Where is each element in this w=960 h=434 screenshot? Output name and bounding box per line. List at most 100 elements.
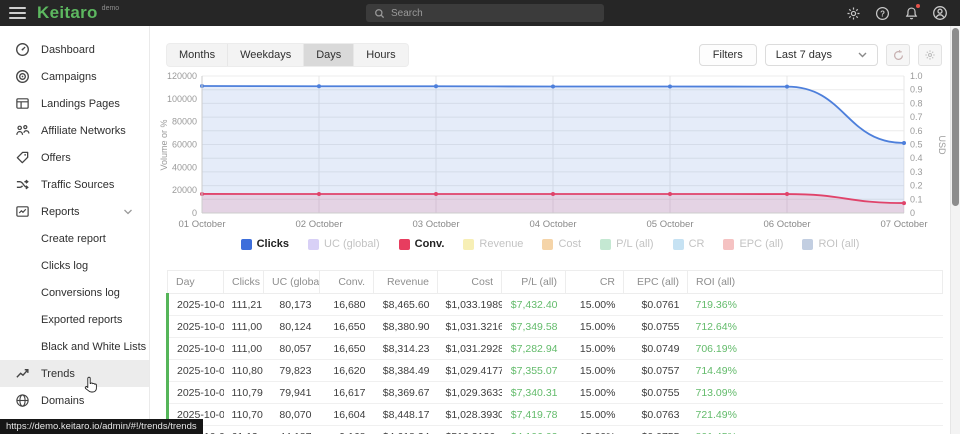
col-header-revenue[interactable]: Revenue bbox=[374, 271, 438, 294]
tab-days[interactable]: Days bbox=[304, 44, 354, 66]
col-header-clicks[interactable]: Clicks bbox=[224, 271, 264, 294]
gear-icon[interactable] bbox=[845, 5, 861, 21]
legend-item-uc-global-[interactable]: UC (global) bbox=[308, 238, 380, 250]
svg-text:0.4: 0.4 bbox=[910, 153, 923, 163]
legend-item-epc-all-[interactable]: EPC (all) bbox=[723, 238, 783, 250]
cell-revenue: $8,448.17 bbox=[374, 404, 438, 426]
sidebar-item-label: Traffic Sources bbox=[41, 179, 114, 191]
tab-weekdays[interactable]: Weekdays bbox=[228, 44, 304, 66]
sidebar-item-landings-pages[interactable]: Landings Pages bbox=[0, 90, 149, 117]
tab-hours[interactable]: Hours bbox=[354, 44, 407, 66]
chart-settings-button[interactable] bbox=[918, 44, 942, 66]
cell-day: 2025-10-02 bbox=[168, 316, 224, 338]
tab-months[interactable]: Months bbox=[167, 44, 228, 66]
sidebar-item-campaigns[interactable]: Campaigns bbox=[0, 63, 149, 90]
table-row[interactable]: 2025-10-0761,1344,1879,168$4,618.34$512.… bbox=[168, 426, 943, 434]
legend-item-p-l-all-[interactable]: P/L (all) bbox=[600, 238, 654, 250]
legend-item-revenue[interactable]: Revenue bbox=[463, 238, 523, 250]
sidebar-item-clicks-log[interactable]: Clicks log bbox=[0, 252, 149, 279]
bell-icon[interactable] bbox=[903, 5, 919, 21]
vertical-scrollbar[interactable] bbox=[950, 26, 960, 434]
legend-label: UC (global) bbox=[324, 238, 380, 250]
legend-item-cr[interactable]: CR bbox=[673, 238, 705, 250]
sidebar: DashboardCampaignsLandings PagesAffiliat… bbox=[0, 26, 150, 434]
legend-swatch bbox=[600, 239, 611, 250]
cell-revenue: $8,465.60 bbox=[374, 294, 438, 316]
legend-item-cost[interactable]: Cost bbox=[542, 238, 581, 250]
cell-conv-: 16,620 bbox=[320, 360, 374, 382]
sidebar-item-create-report[interactable]: Create report bbox=[0, 225, 149, 252]
filters-button[interactable]: Filters bbox=[699, 44, 757, 66]
svg-text:0.3: 0.3 bbox=[910, 167, 923, 177]
cell-roi-all-: 719.36% bbox=[688, 294, 943, 316]
table-row[interactable]: 2025-10-04110,8079,82316,620$8,384.49$1,… bbox=[168, 360, 943, 382]
cell-conv-: 16,680 bbox=[320, 294, 374, 316]
col-header-cost[interactable]: Cost bbox=[438, 271, 502, 294]
legend-item-roi-all-[interactable]: ROI (all) bbox=[802, 238, 859, 250]
svg-text:USD: USD bbox=[937, 135, 947, 155]
sidebar-item-reports[interactable]: Reports bbox=[0, 198, 149, 225]
svg-text:05 October: 05 October bbox=[647, 219, 694, 230]
table-row[interactable]: 2025-10-02111,0080,12416,650$8,380.90$1,… bbox=[168, 316, 943, 338]
account-icon[interactable] bbox=[932, 5, 948, 21]
date-range-select[interactable]: Last 7 days bbox=[765, 44, 878, 66]
cell-clicks: 111,00 bbox=[224, 338, 264, 360]
status-url: https://demo.keitaro.io/admin/#!/trends/… bbox=[6, 421, 197, 432]
hamburger-menu-icon[interactable] bbox=[9, 7, 26, 19]
scrollbar-thumb[interactable] bbox=[952, 28, 959, 206]
cell-cost: $1,031.2928 bbox=[438, 338, 502, 360]
table-row[interactable]: 2025-10-05110,7979,94116,617$8,369.67$1,… bbox=[168, 382, 943, 404]
chart-legend: Clicks UC (global) Conv. Revenue Cost P/L (al… bbox=[150, 238, 950, 250]
sidebar-item-affiliate-networks[interactable]: Affiliate Networks bbox=[0, 117, 149, 144]
sidebar-item-offers[interactable]: Offers bbox=[0, 144, 149, 171]
sidebar-item-domains[interactable]: Domains bbox=[0, 387, 149, 414]
search-box[interactable] bbox=[366, 4, 604, 22]
cell-cost: $1,029.3633 bbox=[438, 382, 502, 404]
topbar: Keitaro demo ? bbox=[0, 0, 960, 26]
search-input[interactable] bbox=[391, 8, 596, 19]
cell-roi-all-: 801.45% bbox=[688, 426, 943, 434]
toolbar-controls: Filters Last 7 days bbox=[699, 44, 942, 66]
sidebar-item-black-and-white-lists[interactable]: Black and White Lists bbox=[0, 333, 149, 360]
trends-icon bbox=[14, 366, 30, 382]
cell-day: 2025-10-01 bbox=[168, 294, 224, 316]
dashboard-icon bbox=[14, 42, 30, 58]
notification-dot bbox=[916, 4, 920, 8]
table-row[interactable]: 2025-10-01111,2180,17316,680$8,465.60$1,… bbox=[168, 294, 943, 316]
legend-swatch bbox=[542, 239, 553, 250]
col-header-day[interactable]: Day bbox=[168, 271, 224, 294]
cell-clicks: 111,21 bbox=[224, 294, 264, 316]
col-header-p-l-all-[interactable]: P/L (all) bbox=[502, 271, 566, 294]
cell-uc-global-: 79,941 bbox=[264, 382, 320, 404]
sidebar-item-trends[interactable]: Trends bbox=[0, 360, 149, 387]
legend-swatch bbox=[399, 239, 410, 250]
col-header-uc-global-[interactable]: UC (global) bbox=[264, 271, 320, 294]
sidebar-item-conversions-log[interactable]: Conversions log bbox=[0, 279, 149, 306]
table-row[interactable]: 2025-10-06110,7080,07016,604$8,448.17$1,… bbox=[168, 404, 943, 426]
cell-cost: $1,031.3216 bbox=[438, 316, 502, 338]
cell-uc-global-: 80,173 bbox=[264, 294, 320, 316]
cell-cr: 15.00% bbox=[566, 294, 624, 316]
cell-epc-all-: $0.0755 bbox=[624, 426, 688, 434]
col-header-conv-[interactable]: Conv. bbox=[320, 271, 374, 294]
sidebar-item-dashboard[interactable]: Dashboard bbox=[0, 36, 149, 63]
legend-item-conv-[interactable]: Conv. bbox=[399, 238, 445, 250]
sidebar-item-label: Offers bbox=[41, 152, 71, 164]
cell-epc-all-: $0.0761 bbox=[624, 294, 688, 316]
trends-chart[interactable]: 02000040000600008000010000012000000.10.2… bbox=[156, 70, 948, 238]
col-header-roi-all-[interactable]: ROI (all) bbox=[688, 271, 943, 294]
svg-text:100000: 100000 bbox=[167, 94, 197, 104]
refresh-button[interactable] bbox=[886, 44, 910, 66]
help-icon[interactable]: ? bbox=[874, 5, 890, 21]
legend-item-clicks[interactable]: Clicks bbox=[241, 238, 289, 250]
sidebar-item-exported-reports[interactable]: Exported reports bbox=[0, 306, 149, 333]
cell-cr: 15.00% bbox=[566, 338, 624, 360]
col-header-epc-all-[interactable]: EPC (all) bbox=[624, 271, 688, 294]
cell-cost: $1,028.3930 bbox=[438, 404, 502, 426]
col-header-cr[interactable]: CR bbox=[566, 271, 624, 294]
cell-roi-all-: 712.64% bbox=[688, 316, 943, 338]
sidebar-item-label: Domains bbox=[41, 395, 84, 407]
table-row[interactable]: 2025-10-03111,0080,05716,650$8,314.23$1,… bbox=[168, 338, 943, 360]
brand-logo[interactable]: Keitaro bbox=[37, 0, 98, 26]
sidebar-item-traffic-sources[interactable]: Traffic Sources bbox=[0, 171, 149, 198]
